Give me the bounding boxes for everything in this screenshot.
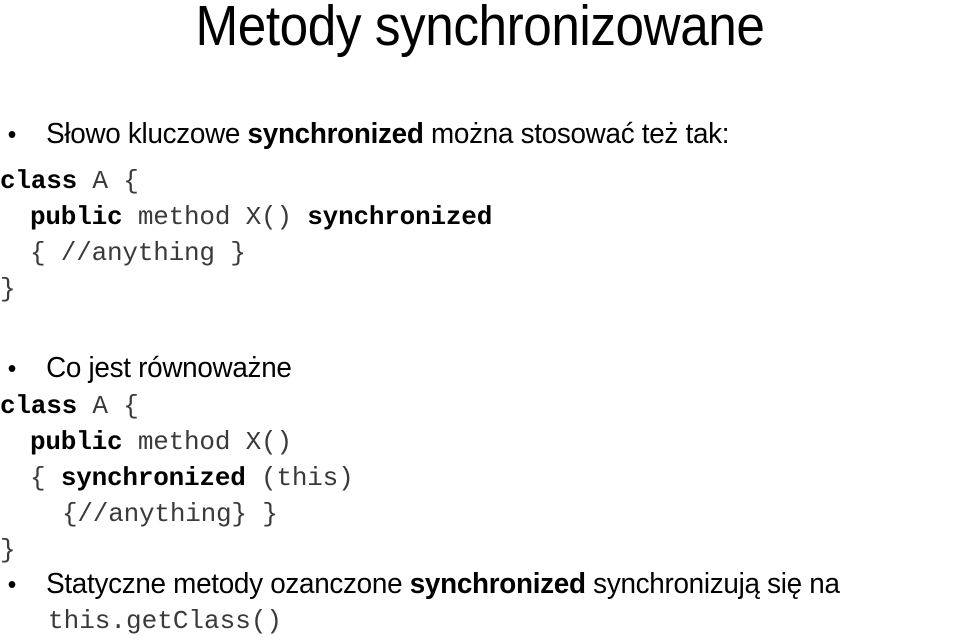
code-keyword: class	[0, 166, 78, 196]
code-text: }	[0, 274, 16, 304]
code-text: }	[0, 535, 16, 565]
code-block-2: class A {public method X(){ synchronized…	[0, 388, 354, 568]
bullet-3-text-before: Statyczne metody ozanczone	[46, 568, 410, 600]
bullet-1-text-before: Słowo kluczowe	[46, 118, 248, 150]
bullet-item-2: • Co jest równoważne	[0, 350, 641, 387]
code-text: {	[30, 463, 61, 493]
bullet-1-text-after: można stosować też tak:	[423, 118, 730, 150]
code-block-1-line-2: public method X() synchronized	[0, 199, 492, 235]
bullet-3-keyword: synchronized	[409, 568, 586, 600]
code-keyword: synchronized	[60, 463, 246, 493]
code-text: A {	[77, 166, 139, 196]
slide-canvas: Metody synchronizowane • Słowo kluczowe …	[0, 0, 960, 640]
code-text: { //anything }	[30, 238, 246, 268]
code-block-2-line-5: }	[0, 532, 353, 568]
bullet-marker-icon: •	[7, 119, 17, 149]
code-keyword: public	[30, 202, 123, 232]
code-block-2-line-2: public method X()	[0, 424, 353, 460]
code-text: A {	[77, 391, 139, 421]
code-inline-getclass: this.getClass()	[48, 606, 283, 636]
code-text: method X()	[122, 202, 308, 232]
code-block-2-line-4: {//anything} }	[0, 496, 353, 532]
code-block-1-line-4: }	[0, 271, 492, 307]
code-block-1-line-1: class A {	[0, 163, 492, 199]
code-block-2-line-3: { synchronized (this)	[0, 460, 354, 496]
code-keyword: public	[30, 427, 123, 457]
code-keyword: synchronized	[307, 202, 493, 232]
page-title: Metody synchronizowane	[195, 0, 765, 58]
code-block-2-line-1: class A {	[0, 388, 353, 424]
bullet-1-keyword: synchronized	[247, 118, 424, 150]
bullet-marker-icon: •	[7, 353, 17, 383]
code-text: {//anything} }	[62, 499, 278, 529]
code-text: (this)	[245, 463, 354, 493]
bullet-2-text-before: Co jest równoważne	[46, 352, 292, 384]
bullet-item-3: • Statyczne metody ozanczone synchronize…	[0, 566, 960, 603]
bullet-item-1: • Słowo kluczowe synchronized można stos…	[0, 116, 960, 153]
code-keyword: class	[0, 391, 78, 421]
bullet-3-text-after: synchronizują się na	[585, 568, 840, 600]
bullet-marker-icon: •	[7, 569, 17, 599]
code-block-1-line-3: { //anything }	[0, 235, 492, 271]
code-block-1: class A {public method X() synchronized{…	[0, 163, 492, 307]
code-text: method X()	[122, 427, 292, 457]
